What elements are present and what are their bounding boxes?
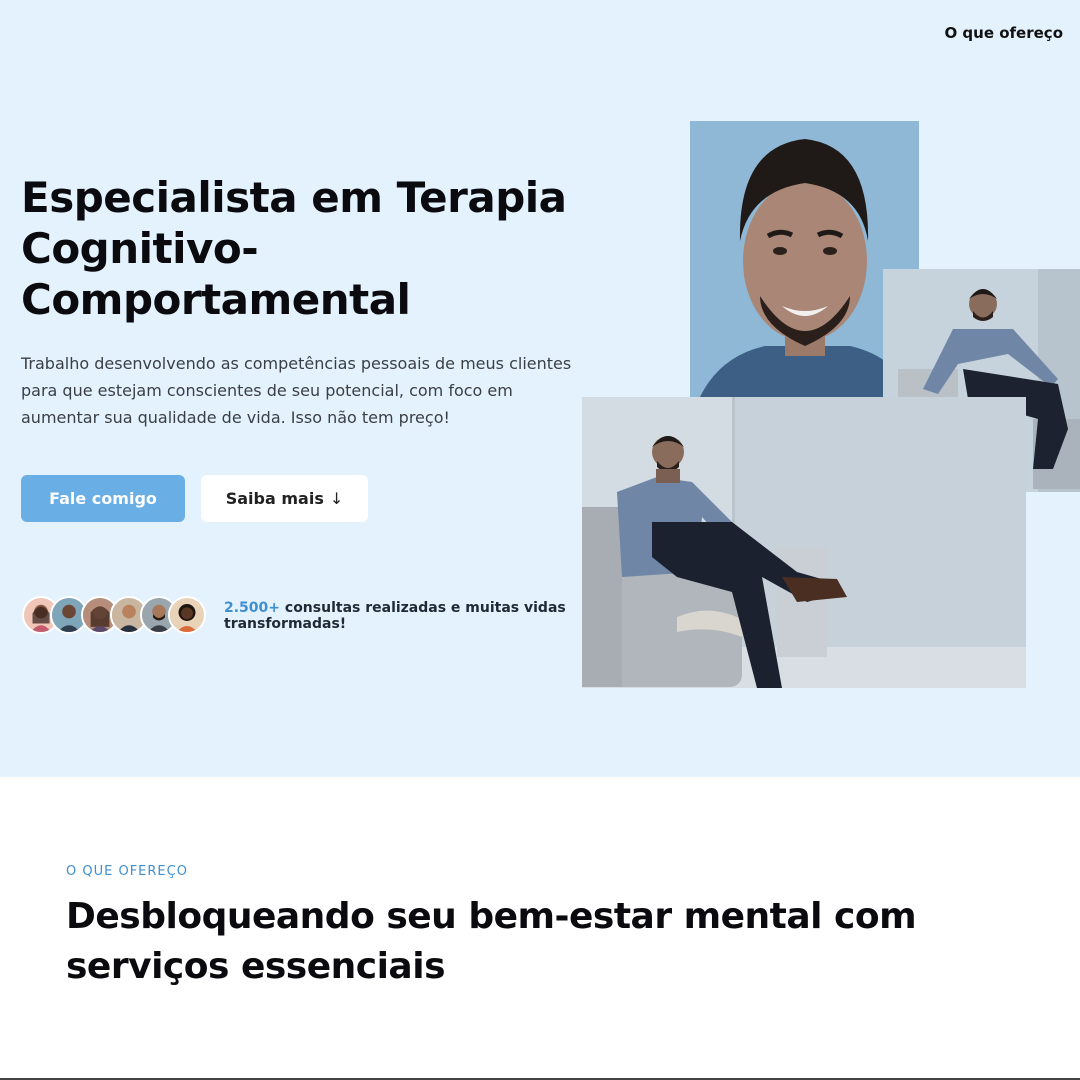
- learn-more-button-label: Saiba mais: [225, 489, 324, 508]
- consultations-stat: 2.500+ consultas realizadas e muitas vid…: [224, 600, 584, 632]
- hero-section: O que ofereço Especialista em Terapia Co…: [0, 0, 1080, 777]
- section-eyebrow-label: O QUE OFEREÇO: [66, 864, 188, 879]
- section-title: Desbloqueando seu bem-estar mental com s…: [66, 896, 917, 987]
- avatar: [168, 596, 206, 634]
- consultations-count: 2.500+: [224, 600, 281, 616]
- therapist-office-photo: [582, 397, 1026, 688]
- hero-description: Trabalho desenvolvendo as competências p…: [21, 354, 572, 427]
- contact-button[interactable]: Fale comigo: [21, 475, 185, 522]
- learn-more-button[interactable]: Saiba mais ↓: [201, 475, 368, 522]
- nav-link-offer[interactable]: O que ofereço: [944, 24, 1063, 42]
- contact-button-label: Fale comigo: [49, 489, 157, 508]
- hero-title: Especialista em Terapia Cognitivo-Compor…: [21, 173, 567, 324]
- arrow-down-icon: ↓: [329, 489, 344, 508]
- client-avatars: [22, 596, 212, 636]
